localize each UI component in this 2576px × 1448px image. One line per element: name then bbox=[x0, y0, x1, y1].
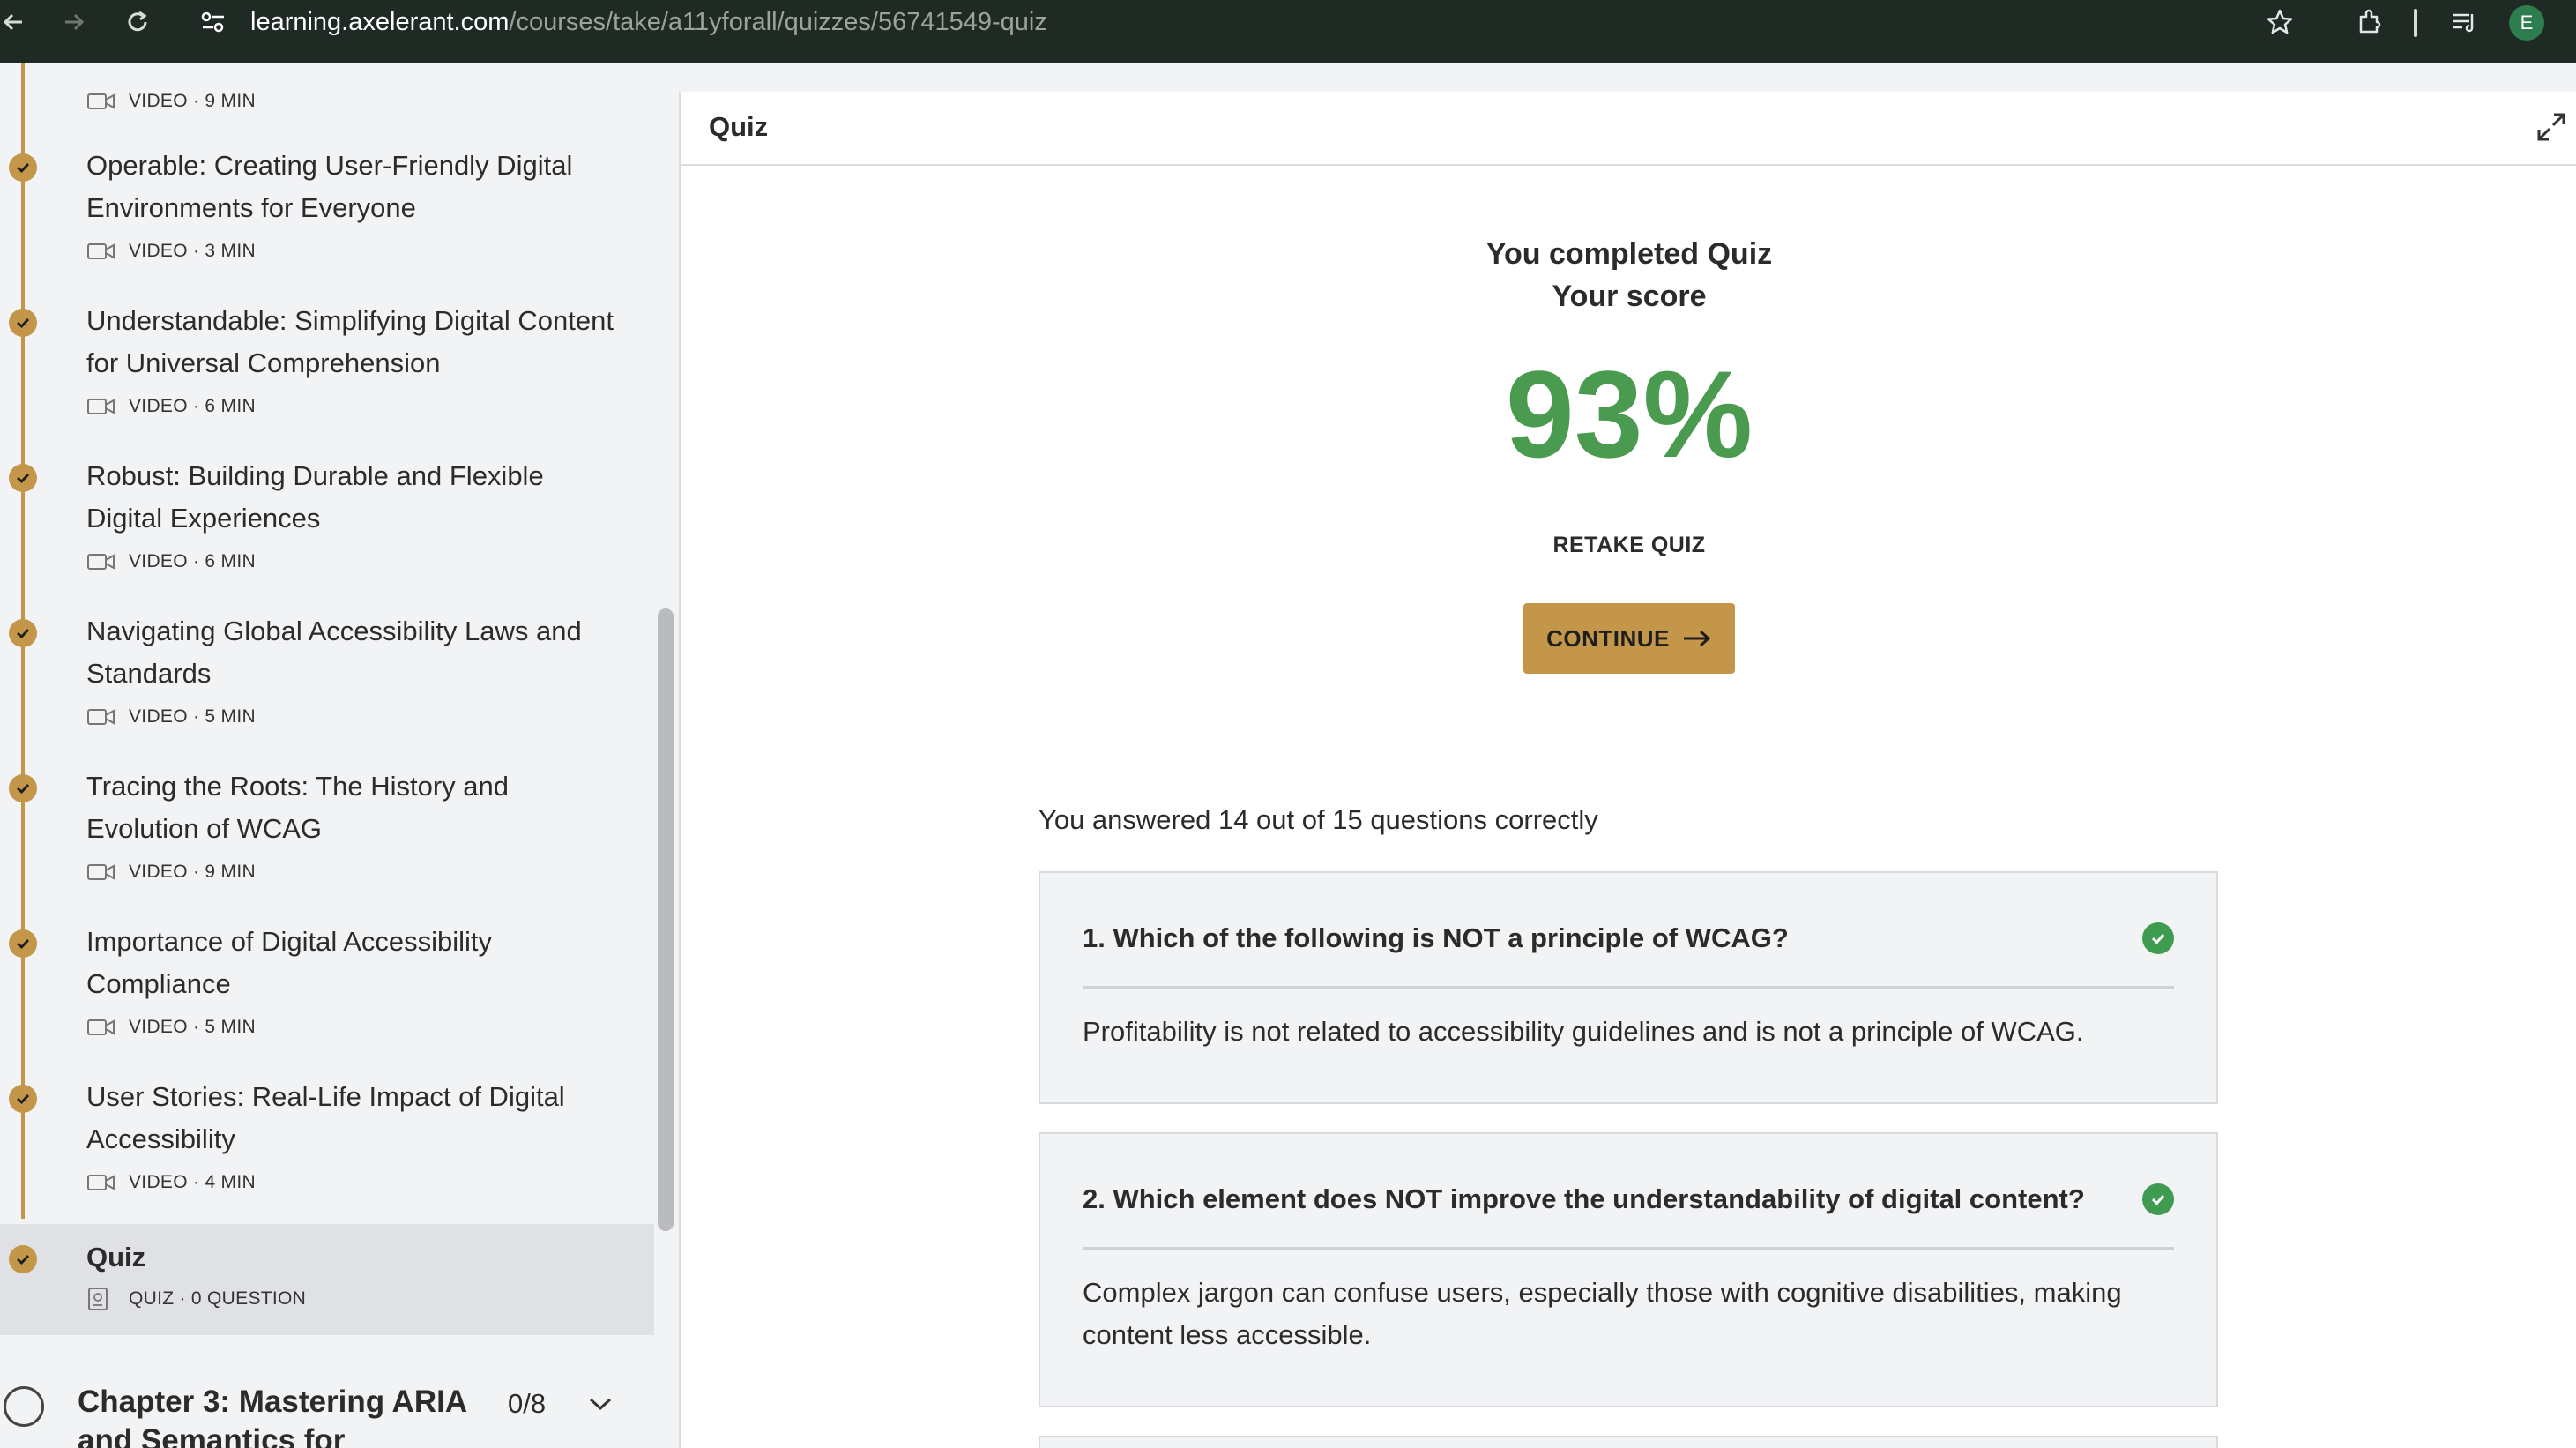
extensions-icon[interactable] bbox=[2352, 0, 2387, 44]
url-host: learning.axelerant.com bbox=[250, 8, 510, 36]
lesson-title: Tracing the Roots: The History and Evolu… bbox=[86, 771, 510, 844]
lesson-meta-text: VIDEO · 4 MIN bbox=[129, 1172, 256, 1192]
video-camera-icon bbox=[86, 1173, 116, 1192]
lesson-title: Operable: Creating User-Friendly Digital… bbox=[86, 150, 573, 223]
video-camera-icon bbox=[86, 707, 116, 727]
sidebar-lesson[interactable]: Robust: Building Durable and Flexible Di… bbox=[0, 455, 654, 610]
panel-header: Quiz bbox=[681, 92, 2576, 166]
quiz-icon bbox=[86, 1288, 116, 1310]
sidebar-item-quiz[interactable]: Quiz QUIZ · 0 QUESTION bbox=[0, 1224, 654, 1335]
lesson-meta: QUIZ · 0 QUESTION bbox=[86, 1286, 306, 1312]
lesson-meta: VIDEO · 4 MIN bbox=[86, 1169, 256, 1196]
sidebar-lesson[interactable]: Operable: Creating User-Friendly Digital… bbox=[0, 145, 654, 300]
completed-check-icon bbox=[9, 929, 37, 958]
completed-check-icon bbox=[9, 1085, 37, 1113]
correct-check-icon bbox=[2142, 922, 2174, 954]
sidebar-lesson[interactable]: Importance of Digital Accessibility Comp… bbox=[0, 921, 654, 1076]
lesson-meta-text: QUIZ · 0 QUESTION bbox=[129, 1288, 307, 1309]
question-divider bbox=[1083, 986, 2174, 989]
completed-check-icon bbox=[9, 774, 37, 802]
completed-check-icon bbox=[9, 619, 37, 647]
lesson-meta-text: VIDEO · 5 MIN bbox=[129, 706, 256, 727]
lesson-title: Understandable: Simplifying Digital Cont… bbox=[86, 305, 614, 378]
chapter-header[interactable]: Chapter 3: Mastering ARIA and Semantics … bbox=[0, 1369, 654, 1448]
sidebar-lesson-partial[interactable]: VIDEO · 9 MIN bbox=[0, 63, 654, 125]
site-settings-icon[interactable] bbox=[196, 0, 231, 44]
lesson-meta-text: VIDEO · 6 MIN bbox=[129, 396, 256, 416]
lesson-meta-text: VIDEO · 9 MIN bbox=[129, 862, 256, 882]
lesson-title: Importance of Digital Accessibility Comp… bbox=[86, 926, 493, 999]
completed-check-icon bbox=[9, 153, 37, 182]
reload-icon[interactable] bbox=[122, 0, 153, 44]
lesson-title: Navigating Global Accessibility Laws and… bbox=[86, 616, 582, 689]
chapter-progress: 0/8 bbox=[508, 1388, 547, 1419]
quiz-panel: Quiz You completed Quiz Your score 93% R… bbox=[679, 92, 2576, 1448]
lesson-meta-text: VIDEO · 3 MIN bbox=[129, 241, 256, 261]
answered-summary: You answered 14 out of 15 questions corr… bbox=[1039, 804, 1598, 835]
sidebar-lesson[interactable]: Tracing the Roots: The History and Evolu… bbox=[0, 765, 654, 921]
lesson-title: Quiz bbox=[86, 1242, 146, 1273]
lesson-title: User Stories: Real-Life Impact of Digita… bbox=[86, 1081, 565, 1154]
arrow-right-icon bbox=[1682, 628, 1712, 649]
profile-avatar[interactable]: E bbox=[2509, 5, 2544, 41]
video-camera-icon bbox=[86, 1018, 116, 1037]
lesson-meta: VIDEO · 9 MIN bbox=[86, 88, 256, 115]
question-card: 1. Which of the following is NOT a princ… bbox=[1039, 871, 2218, 1104]
retake-quiz-button[interactable]: RETAKE QUIZ bbox=[1541, 533, 1717, 558]
video-camera-icon bbox=[86, 397, 116, 416]
completed-check-icon bbox=[9, 464, 37, 492]
url-path: /courses/take/a11yforall/quizzes/5674154… bbox=[509, 8, 1047, 36]
question-text: 2. Which element does NOT improve the un… bbox=[1083, 1183, 2085, 1214]
continue-button[interactable]: CONTINUE bbox=[1523, 603, 1735, 674]
completed-text: You completed Quiz bbox=[1485, 237, 1773, 271]
toolbar-divider bbox=[2414, 9, 2417, 37]
lesson-meta: VIDEO · 3 MIN bbox=[86, 238, 256, 265]
video-camera-icon bbox=[86, 552, 116, 571]
correct-check-icon bbox=[2142, 1183, 2174, 1215]
video-camera-icon bbox=[86, 862, 116, 882]
browser-toolbar: learning.axelerant.com/courses/take/a11y… bbox=[0, 0, 2576, 63]
continue-label: CONTINUE bbox=[1546, 624, 1670, 652]
sidebar-scrollbar[interactable] bbox=[658, 608, 674, 1231]
sidebar-lesson[interactable]: User Stories: Real-Life Impact of Digita… bbox=[0, 1076, 654, 1217]
expand-icon[interactable] bbox=[2535, 111, 2567, 147]
lesson-meta: VIDEO · 6 MIN bbox=[86, 393, 256, 420]
chapter-progress-circle-icon bbox=[4, 1386, 44, 1427]
sidebar-lesson[interactable]: Understandable: Simplifying Digital Cont… bbox=[0, 300, 654, 455]
chapter-title: Chapter 3: Mastering ARIA and Semantics … bbox=[78, 1385, 466, 1448]
completed-check-icon bbox=[9, 309, 37, 337]
question-divider bbox=[1083, 1247, 2174, 1250]
question-card-partial bbox=[1039, 1436, 2218, 1448]
question-card: 2. Which element does NOT improve the un… bbox=[1039, 1132, 2218, 1407]
lesson-meta: VIDEO · 9 MIN bbox=[86, 859, 256, 885]
score-label: Your score bbox=[1552, 280, 1707, 313]
course-sidebar: VIDEO · 9 MIN Operable: Creating User-Fr… bbox=[0, 63, 654, 1448]
question-text: 1. Which of the following is NOT a princ… bbox=[1083, 922, 1789, 953]
sidebar-lesson[interactable]: Navigating Global Accessibility Laws and… bbox=[0, 610, 654, 765]
video-camera-icon bbox=[86, 242, 116, 261]
score-value: 93% bbox=[1505, 345, 1753, 483]
lesson-meta-text: VIDEO · 5 MIN bbox=[129, 1017, 256, 1037]
panel-title: Quiz bbox=[709, 111, 769, 142]
result-heading: You completed Quiz Your score bbox=[681, 233, 2576, 317]
lesson-meta-text: VIDEO · 6 MIN bbox=[129, 551, 256, 571]
question-explanation: Complex jargon can confuse users, especi… bbox=[1083, 1277, 2122, 1350]
lesson-meta-text: VIDEO · 9 MIN bbox=[129, 91, 256, 111]
lesson-meta: VIDEO · 5 MIN bbox=[86, 1014, 256, 1041]
question-explanation: Profitability is not related to accessib… bbox=[1083, 1016, 2084, 1047]
reading-list-icon[interactable] bbox=[2447, 0, 2483, 44]
forward-arrow-icon[interactable] bbox=[58, 0, 90, 44]
lesson-meta: VIDEO · 5 MIN bbox=[86, 704, 256, 730]
lesson-meta: VIDEO · 6 MIN bbox=[86, 549, 256, 575]
chevron-down-icon[interactable] bbox=[587, 1395, 614, 1417]
completed-check-icon bbox=[9, 1245, 37, 1273]
address-bar[interactable]: learning.axelerant.com/courses/take/a11y… bbox=[250, 4, 1047, 41]
lesson-title: Robust: Building Durable and Flexible Di… bbox=[86, 460, 544, 534]
video-camera-icon bbox=[86, 92, 116, 111]
bookmark-star-icon[interactable] bbox=[2262, 0, 2297, 44]
back-arrow-icon[interactable] bbox=[0, 0, 26, 44]
